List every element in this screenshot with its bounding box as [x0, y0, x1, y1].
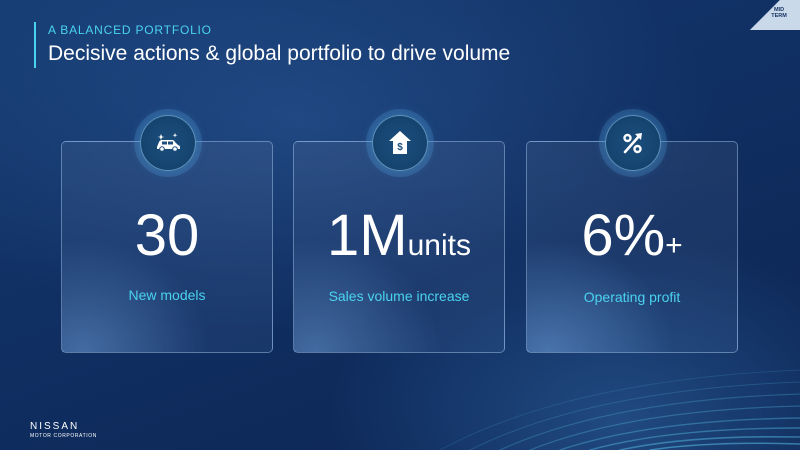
car-sparkle-icon — [140, 115, 196, 171]
kpi-card-new-models: 30 New models — [61, 115, 273, 353]
kpi-label: Operating profit — [583, 289, 681, 305]
kpi-value: 30 — [134, 203, 200, 268]
kpi-card-operating-profit: 6%+ Operating profit — [526, 115, 738, 353]
title-accent-bar — [34, 22, 36, 68]
house-dollar-up-icon: $ — [372, 115, 428, 171]
svg-text:$: $ — [397, 142, 403, 153]
decorative-light-waves — [439, 369, 800, 450]
brand-logo-subtitle: MOTOR CORPORATION — [30, 433, 97, 439]
kpi-label: Sales volume increase — [328, 288, 470, 304]
page-title: Decisive actions & global portfolio to d… — [48, 42, 511, 65]
kpi-label: New models — [128, 287, 206, 303]
kpi-value: 6%+ — [581, 203, 683, 268]
percent-arrow-icon — [605, 115, 661, 171]
section-eyebrow: A BALANCED PORTFOLIO — [48, 23, 212, 37]
brand-logo: NISSAN — [30, 421, 80, 432]
corner-tag-label: MID TERM — [771, 7, 787, 19]
kpi-card-sales-volume: $ 1Munits Sales volume increase — [293, 115, 505, 353]
kpi-value: 1Munits — [327, 203, 471, 268]
